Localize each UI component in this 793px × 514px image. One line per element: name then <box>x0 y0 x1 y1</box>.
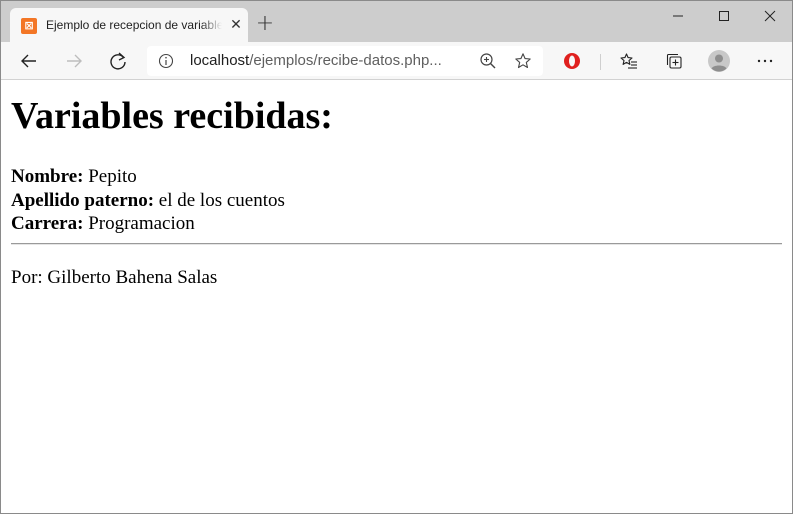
profile-button[interactable] <box>704 46 734 76</box>
star-icon[interactable] <box>514 52 532 70</box>
divider <box>11 243 782 245</box>
opera-icon <box>564 53 580 69</box>
field-label: Nombre: <box>11 166 84 187</box>
tab-close-button[interactable]: ✕ <box>228 16 244 34</box>
collections-icon <box>666 53 682 69</box>
close-window-button[interactable] <box>747 1 792 31</box>
avatar-icon <box>708 50 730 72</box>
page-content: Variables recibidas: Nombre: Pepito Apel… <box>1 81 792 513</box>
field-nombre: Nombre: Pepito <box>11 165 285 189</box>
url-host: localhost <box>190 52 250 69</box>
xampp-icon: ⊠ <box>21 18 37 34</box>
info-icon[interactable] <box>158 53 174 69</box>
arrow-right-icon <box>67 54 82 68</box>
opera-extension-button[interactable] <box>557 46 587 76</box>
browser-window: ⊠ Ejemplo de recepcion de variables ✕ + … <box>0 0 793 514</box>
field-label: Carrera: <box>11 213 84 234</box>
address-bar[interactable]: localhost/ejemplos/recibe-datos.php... <box>147 46 543 76</box>
field-apellido-paterno: Apellido paterno: el de los cuentos <box>11 189 285 213</box>
favorites-star-icon <box>620 53 637 69</box>
url-text[interactable]: localhost/ejemplos/recibe-datos.php... <box>190 52 442 70</box>
collections-button[interactable] <box>659 46 689 76</box>
page-heading: Variables recibidas: <box>11 95 333 137</box>
favorites-button[interactable] <box>614 46 644 76</box>
field-list: Nombre: Pepito Apellido paterno: el de l… <box>11 165 285 236</box>
minimize-icon <box>673 15 683 17</box>
tab-active[interactable]: ⊠ Ejemplo de recepcion de variables ✕ <box>10 8 248 42</box>
field-label: Apellido paterno: <box>11 189 155 211</box>
forward-button[interactable] <box>59 46 89 76</box>
field-value: Pepito <box>88 166 137 187</box>
arrow-left-icon <box>21 54 36 68</box>
tab-title: Ejemplo de recepcion de variables <box>46 18 222 32</box>
tab-strip: ⊠ Ejemplo de recepcion de variables ✕ + <box>1 1 792 42</box>
reload-button[interactable] <box>103 46 133 76</box>
browser-toolbar: localhost/ejemplos/recibe-datos.php... <box>1 42 792 80</box>
reload-icon <box>110 52 126 70</box>
field-value: Programacion <box>88 213 195 234</box>
author-footer: Por: Gilberto Bahena Salas <box>11 267 218 288</box>
new-tab-button[interactable]: + <box>255 13 275 35</box>
close-icon <box>764 10 776 22</box>
zoom-in-icon[interactable] <box>479 52 497 70</box>
back-button[interactable] <box>14 46 44 76</box>
field-value: el de los cuentos <box>158 189 285 211</box>
minimize-button[interactable] <box>655 1 701 31</box>
field-carrera: Carrera: Programacion <box>11 212 285 236</box>
maximize-icon <box>719 11 729 21</box>
more-menu-button[interactable] <box>750 46 780 76</box>
url-path: /ejemplos/recibe-datos.php... <box>249 52 442 69</box>
maximize-button[interactable] <box>701 1 747 31</box>
more-dots-icon <box>757 59 773 63</box>
toolbar-separator <box>600 54 601 70</box>
